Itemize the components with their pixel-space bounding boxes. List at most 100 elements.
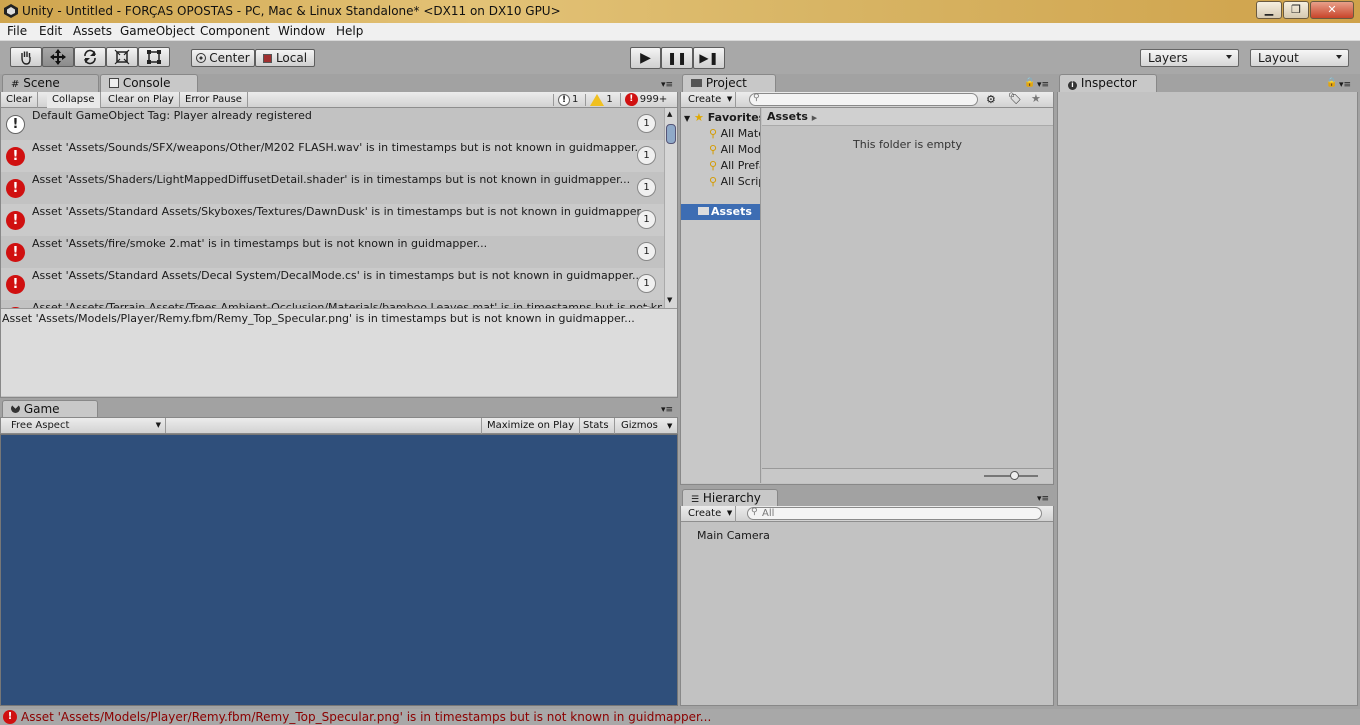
warning-filter-toggle[interactable]: 1 — [585, 93, 616, 106]
tab-console[interactable]: Console — [100, 74, 198, 92]
create-label: Create — [688, 508, 722, 519]
play-button[interactable]: ▶ — [630, 47, 661, 69]
rotate-tool-button[interactable] — [74, 47, 106, 67]
gizmos-dropdown[interactable]: Gizmos ▼ — [616, 418, 676, 434]
console-log-row[interactable]: ! Asset 'Assets/Standard Assets/Decal Sys… — [1, 268, 664, 300]
close-button[interactable]: ✕ — [1310, 1, 1354, 19]
scroll-up-icon[interactable]: ▲ — [667, 110, 672, 118]
breadcrumb-assets[interactable]: Assets — [767, 110, 808, 123]
favorite-all-prefabs[interactable]: ⚲ All Prefabs — [709, 159, 760, 172]
menu-gameobject[interactable]: GameObject — [120, 24, 195, 38]
tab-inspector[interactable]: i Inspector — [1059, 74, 1157, 92]
layout-dropdown[interactable]: Layout — [1250, 49, 1349, 67]
tab-project[interactable]: Project — [682, 74, 776, 92]
console-log-message: Asset 'Assets/Terrain Assets/Trees Ambie… — [32, 301, 662, 308]
pause-button[interactable]: ❚❚ — [661, 47, 693, 69]
stats-toggle[interactable]: Stats — [578, 418, 615, 434]
game-viewport[interactable] — [0, 434, 678, 706]
maximize-on-play-toggle[interactable]: Maximize on Play — [481, 418, 581, 434]
favorite-label: All Scripts — [720, 175, 760, 188]
console-log-row[interactable]: ! Asset 'Assets/Standard Assets/Skyboxes/… — [1, 204, 664, 236]
tab-hierarchy[interactable]: ☰ Hierarchy — [682, 489, 778, 507]
favorite-star-icon[interactable]: ★ — [1031, 92, 1041, 105]
menu-file[interactable]: File — [7, 24, 27, 38]
window-title: Unity - Untitled - FORÇAS OPOSTAS - PC, … — [22, 4, 561, 18]
console-scrollbar[interactable]: ▲ ▼ — [664, 108, 677, 308]
project-footer — [762, 468, 1053, 483]
console-detail-pane: Asset 'Assets/Models/Player/Remy.fbm/Rem… — [1, 308, 677, 396]
aspect-dropdown[interactable]: Free Aspect ▼ — [1, 418, 166, 433]
hand-tool-button[interactable] — [10, 47, 42, 67]
rect-tool-button[interactable] — [138, 47, 170, 67]
inspector-tab-strip: i Inspector 🔒 ▾≡ — [1057, 74, 1360, 92]
scale-tool-button[interactable] — [106, 47, 138, 67]
panel-menu-icon[interactable]: ▾≡ — [1339, 80, 1351, 90]
collapse-toggle[interactable]: Collapse — [47, 92, 101, 108]
tab-game[interactable]: Game — [2, 400, 98, 418]
pivot-center-toggle[interactable]: Center — [191, 49, 255, 67]
collapse-count-badge: 1 — [637, 210, 656, 229]
collapse-count-badge: 1 — [637, 274, 656, 293]
layout-label: Layout — [1258, 51, 1299, 65]
slider-thumb[interactable] — [1010, 471, 1019, 480]
panel-menu-icon[interactable]: ▾≡ — [1037, 80, 1049, 90]
warning-icon — [590, 93, 605, 106]
clear-on-play-toggle[interactable]: Clear on Play — [103, 92, 180, 108]
hand-icon — [21, 51, 31, 65]
console-log-list[interactable]: ! Default GameObject Tag: Player already … — [1, 108, 666, 308]
layers-dropdown[interactable]: Layers — [1140, 49, 1239, 67]
favorite-all-materials[interactable]: ⚲ All Materials — [709, 127, 760, 140]
lock-icon[interactable]: 🔒 — [1024, 78, 1035, 88]
menu-edit[interactable]: Edit — [39, 24, 62, 38]
favorite-label: All Models — [720, 143, 761, 156]
console-log-message: Asset 'Assets/Standard Assets/Decal Syst… — [32, 269, 643, 282]
scroll-down-icon[interactable]: ▼ — [667, 296, 672, 304]
menu-assets[interactable]: Assets — [73, 24, 112, 38]
info-icon: i — [1068, 81, 1077, 90]
filter-by-label-icon[interactable]: 🏷 — [1008, 92, 1022, 105]
console-log-message: Asset 'Assets/Standard Assets/Skyboxes/T… — [32, 205, 651, 218]
scroll-thumb[interactable] — [666, 124, 676, 144]
maximize-button[interactable]: ❐ — [1283, 1, 1309, 19]
rect-transform-icon — [147, 50, 161, 64]
panel-menu-icon[interactable]: ▾≡ — [661, 80, 673, 90]
console-log-row[interactable]: ! Asset 'Assets/Shaders/LightMappedDiffus… — [1, 172, 664, 204]
breadcrumb: Assets ▶ — [762, 108, 1053, 126]
panel-menu-icon[interactable]: ▾≡ — [661, 405, 673, 415]
console-log-row[interactable]: ! Asset 'Assets/fire/smoke 2.mat' is in t… — [1, 236, 664, 268]
clear-button[interactable]: Clear — [1, 92, 39, 108]
favorite-all-models[interactable]: ⚲ All Models — [709, 143, 761, 156]
game-toolbar: Free Aspect ▼ Maximize on Play Stats Giz… — [0, 417, 678, 434]
favorite-all-scripts[interactable]: ⚲ All Scripts — [709, 175, 760, 188]
menu-window[interactable]: Window — [278, 24, 325, 38]
console-log-row[interactable]: !Asset 'Assets/Terrain Assets/Trees Ambi… — [1, 300, 664, 308]
project-create-dropdown[interactable]: Create ▼ — [683, 92, 737, 108]
move-tool-button[interactable] — [42, 47, 74, 67]
filter-by-type-icon[interactable]: ⚙ — [986, 93, 996, 106]
step-button[interactable]: ▶❚ — [693, 47, 725, 69]
empty-folder-text: This folder is empty — [853, 138, 962, 151]
menu-component[interactable]: Component — [200, 24, 270, 38]
console-log-row[interactable]: ! Asset 'Assets/Sounds/SFX/weapons/Other/… — [1, 140, 664, 172]
panel-menu-icon[interactable]: ▾≡ — [1037, 494, 1049, 504]
tab-scene[interactable]: # Scene — [2, 74, 99, 92]
pivot-local-toggle[interactable]: Local — [255, 49, 315, 67]
lock-icon[interactable]: 🔒 — [1326, 78, 1337, 88]
scale-icon — [114, 49, 130, 65]
warning-count: 1 — [606, 94, 613, 105]
hierarchy-item-main-camera[interactable]: Main Camera — [697, 529, 770, 542]
minimize-button[interactable]: ▁ — [1256, 1, 1282, 19]
project-search-input[interactable]: ⚲ — [749, 93, 978, 106]
status-bar[interactable]: ! Asset 'Assets/Models/Player/Remy.fbm/R… — [0, 709, 1360, 725]
favorites-node[interactable]: ▼ ★ Favorites — [684, 111, 760, 124]
console-panel: Clear Collapse Clear on Play Error Pause… — [0, 92, 678, 398]
hierarchy-create-dropdown[interactable]: Create ▼ — [683, 506, 737, 522]
error-pause-toggle[interactable]: Error Pause — [180, 92, 248, 108]
error-filter-toggle[interactable]: ! 999+ — [619, 93, 671, 106]
assets-folder-node[interactable]: Assets — [681, 204, 760, 220]
console-log-row[interactable]: ! Default GameObject Tag: Player already … — [1, 108, 664, 140]
hierarchy-search-input[interactable]: ⚲ All — [747, 507, 1042, 520]
info-filter-toggle[interactable]: ! 1 — [553, 93, 582, 106]
project-panel: Create ▼ ⚲ ⚙ 🏷 ★ ▼ ★ Favorites ⚲ All Mate… — [680, 92, 1054, 485]
menu-help[interactable]: Help — [336, 24, 363, 38]
